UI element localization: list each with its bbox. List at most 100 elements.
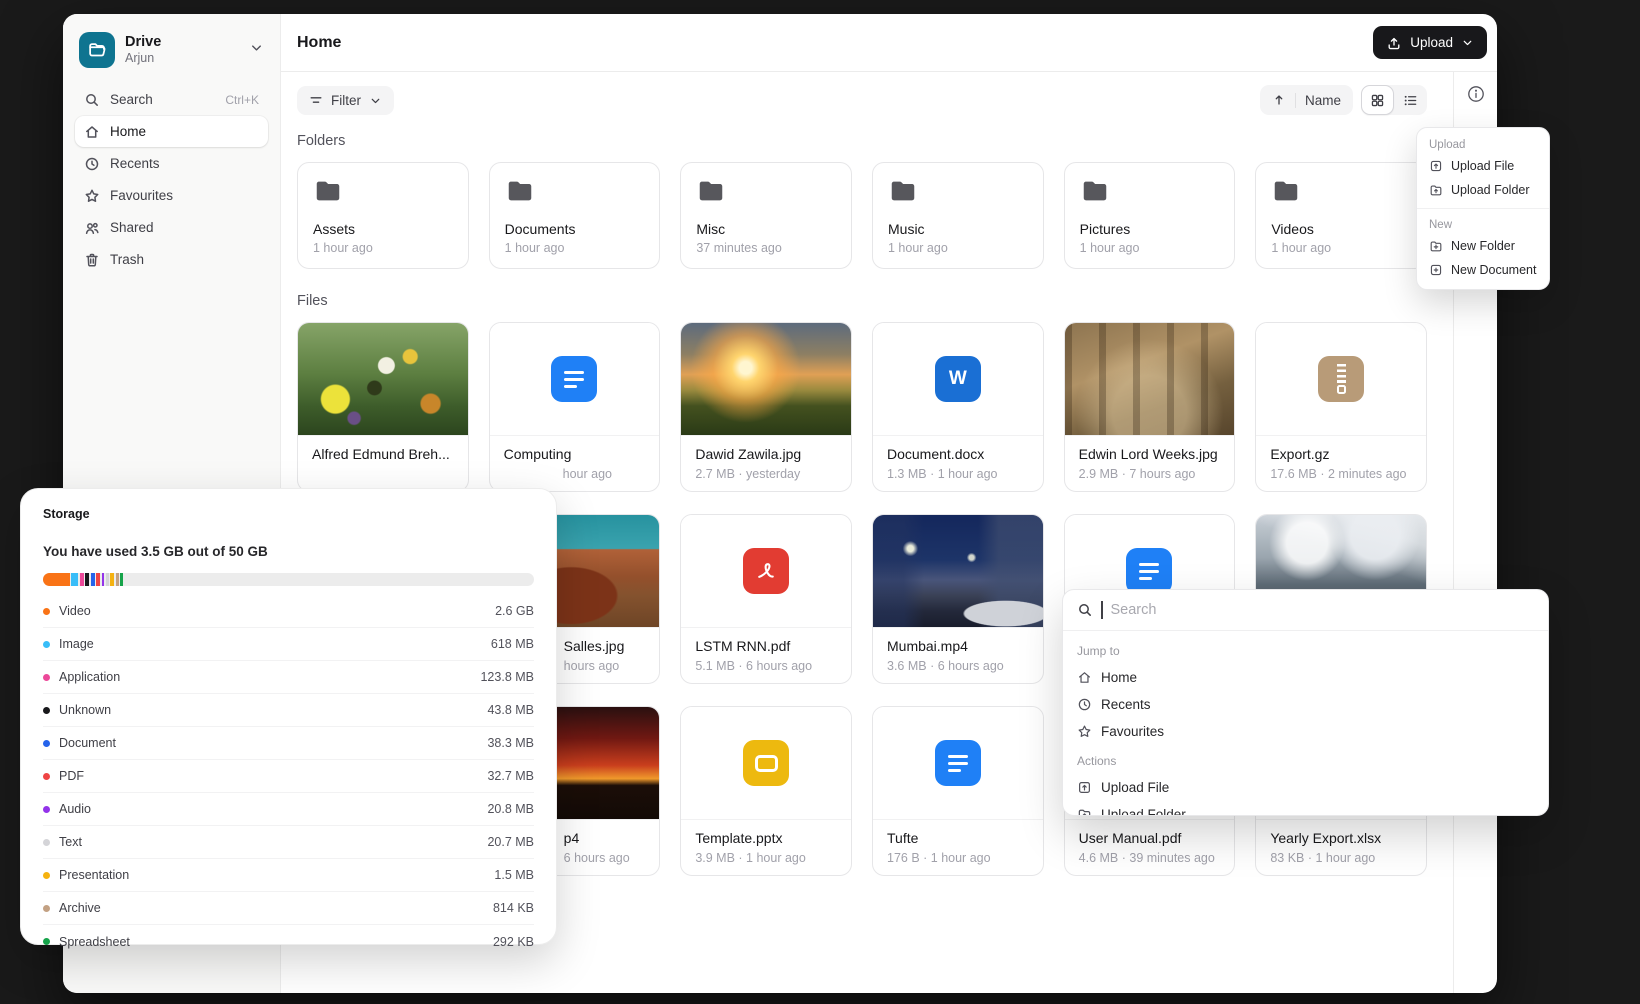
filter-button[interactable]: Filter <box>297 86 394 115</box>
legend-value: 814 KB <box>493 901 534 915</box>
file-meta: 17.6 MB · 2 minutes ago <box>1270 467 1412 481</box>
storage-title: Storage <box>43 507 534 521</box>
search-item-home[interactable]: Home <box>1077 664 1534 691</box>
storage-usage-bar <box>43 573 534 586</box>
folder-upload-icon <box>1077 807 1092 816</box>
file-name: Tufte <box>887 830 1029 846</box>
sort-label: Name <box>1305 93 1341 108</box>
file-thumbnail <box>681 323 851 435</box>
search-item-label: Home <box>1101 670 1137 685</box>
sidebar-item-favourites[interactable]: Favourites <box>75 180 268 211</box>
file-name: LSTM RNN.pdf <box>695 638 837 654</box>
search-item-favourites[interactable]: Favourites <box>1077 718 1534 745</box>
legend-row: Presentation1.5 MB <box>43 859 534 892</box>
filter-label: Filter <box>331 93 361 108</box>
file-card[interactable]: Template.pptx 3.9 MB · 1 hour ago <box>680 706 852 876</box>
sidebar-item-home[interactable]: Home <box>75 116 268 147</box>
legend-row: Video2.6 GB <box>43 595 534 628</box>
workspace-switcher[interactable]: Drive Arjun <box>75 28 268 84</box>
search-icon <box>1077 602 1093 618</box>
file-meta: 83 KB · 1 hour ago <box>1270 851 1412 865</box>
file-thumbnail <box>681 515 851 627</box>
file-card[interactable]: Computinghour ago <box>489 322 661 492</box>
file-card[interactable]: Mumbai.mp43.6 MB · 6 hours ago <box>872 514 1044 684</box>
search-dialog: Jump to Home Recents Favourites Actions … <box>1062 589 1549 816</box>
file-thumbnail: W <box>873 323 1043 435</box>
folder-card[interactable]: Videos 1 hour ago <box>1255 162 1427 269</box>
star-icon <box>1077 724 1092 739</box>
menu-item-new-document[interactable]: New Document <box>1417 258 1549 282</box>
sort-button[interactable]: Name <box>1260 85 1353 115</box>
jump-to-section-label: Jump to <box>1077 641 1534 664</box>
folder-card[interactable]: Documents 1 hour ago <box>489 162 661 269</box>
search-item-label: Upload File <box>1101 780 1169 795</box>
menu-item-upload-file[interactable]: Upload File <box>1417 154 1549 178</box>
search-action-upload-folder[interactable]: Upload Folder <box>1077 801 1534 816</box>
menu-item-upload-folder[interactable]: Upload Folder <box>1417 178 1549 202</box>
file-card[interactable]: Alfred Edmund Breh... <box>297 322 469 492</box>
folder-meta: 37 minutes ago <box>696 241 836 255</box>
file-card[interactable]: Export.gz17.6 MB · 2 minutes ago <box>1255 322 1427 492</box>
sidebar-search[interactable]: Search Ctrl+K <box>75 84 268 115</box>
file-card[interactable]: Edwin Lord Weeks.jpg2.9 MB · 7 hours ago <box>1064 322 1236 492</box>
home-icon <box>84 124 100 140</box>
search-input[interactable] <box>1111 602 1535 618</box>
folder-name: Pictures <box>1080 221 1220 237</box>
file-name: Document.docx <box>887 446 1029 462</box>
sidebar-item-recents[interactable]: Recents <box>75 148 268 179</box>
sidebar-item-shared[interactable]: Shared <box>75 212 268 243</box>
document-file-icon <box>935 740 981 786</box>
presentation-file-icon <box>743 740 789 786</box>
divider <box>1295 93 1296 108</box>
file-card[interactable]: Dawid Zawila.jpg2.7 MB · yesterday <box>680 322 852 492</box>
files-section-heading: Files <box>297 293 1427 309</box>
legend-value: 123.8 MB <box>480 670 534 684</box>
file-thumbnail <box>873 707 1043 819</box>
file-upload-icon <box>1429 159 1443 173</box>
info-icon <box>1467 85 1485 103</box>
legend-value: 20.8 MB <box>487 802 534 816</box>
legend-label: Spreadsheet <box>59 935 493 949</box>
upload-button-label: Upload <box>1410 35 1453 50</box>
grid-view-button[interactable] <box>1361 85 1394 115</box>
file-meta: 3.9 MB · 1 hour ago <box>695 851 837 865</box>
search-action-upload-file[interactable]: Upload File <box>1077 774 1534 801</box>
folder-icon <box>313 176 453 211</box>
search-item-recents[interactable]: Recents <box>1077 691 1534 718</box>
arrow-up-icon <box>1272 93 1286 107</box>
folder-card[interactable]: Assets 1 hour ago <box>297 162 469 269</box>
legend-row: Spreadsheet292 KB <box>43 925 534 958</box>
file-card[interactable]: LSTM RNN.pdf5.1 MB · 6 hours ago <box>680 514 852 684</box>
list-view-button[interactable] <box>1394 85 1427 115</box>
search-shortcut: Ctrl+K <box>225 93 259 107</box>
file-card[interactable]: W Document.docx1.3 MB · 1 hour ago <box>872 322 1044 492</box>
file-card[interactable]: Tufte176 B · 1 hour ago <box>872 706 1044 876</box>
file-meta: 6 hours ago <box>564 851 646 865</box>
legend-label: PDF <box>59 769 487 783</box>
menu-item-label: Upload File <box>1451 159 1514 173</box>
legend-row: Audio20.8 MB <box>43 793 534 826</box>
search-input-row[interactable] <box>1063 590 1548 631</box>
upload-button[interactable]: Upload <box>1373 26 1487 59</box>
folder-card[interactable]: Pictures 1 hour ago <box>1064 162 1236 269</box>
upload-icon <box>1386 35 1402 51</box>
menu-item-label: New Document <box>1451 263 1536 277</box>
file-name: Template.pptx <box>695 830 837 846</box>
file-name: Alfred Edmund Breh... <box>312 446 454 462</box>
legend-dot <box>43 740 50 747</box>
page-header: Home Upload <box>281 14 1497 72</box>
file-meta: 2.7 MB · yesterday <box>695 467 837 481</box>
folder-card[interactable]: Music 1 hour ago <box>872 162 1044 269</box>
storage-legend: Video2.6 GB Image618 MB Application123.8… <box>43 595 534 958</box>
toolbar: Filter Name <box>297 85 1427 115</box>
sidebar-item-trash[interactable]: Trash <box>75 244 268 275</box>
text-caret <box>1101 601 1103 619</box>
folder-upload-icon <box>1429 183 1443 197</box>
file-name: p4 <box>564 830 646 846</box>
menu-item-new-folder[interactable]: New Folder <box>1417 234 1549 258</box>
legend-row: Document38.3 MB <box>43 727 534 760</box>
folder-card[interactable]: Misc 37 minutes ago <box>680 162 852 269</box>
menu-item-label: Upload Folder <box>1451 183 1530 197</box>
home-icon <box>1077 670 1092 685</box>
sidebar-item-label: Shared <box>110 220 259 235</box>
